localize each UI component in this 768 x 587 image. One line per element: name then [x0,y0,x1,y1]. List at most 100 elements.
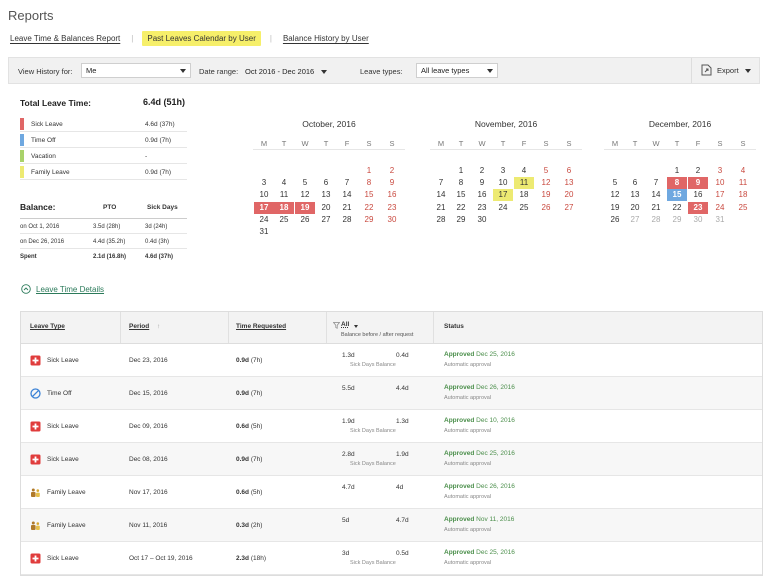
calendar-day: 10 [259,190,269,200]
calendar-day: 19 [541,190,551,200]
chevron-down-icon [180,69,186,73]
leave-types-select[interactable]: All leave types [416,63,498,78]
export-icon [701,64,712,76]
balance-table: on Oct 1, 2016 3.5d (28h) 3d (24h) on De… [20,219,187,264]
balance-before: 3d [342,550,350,557]
tab-leave-time-balances[interactable]: Leave Time & Balances Report [8,31,122,46]
calendar-day: 5 [612,178,618,188]
leave-type: Sick Leave [47,555,79,562]
table-row[interactable]: Sick Leave Dec 23, 2016 0.9d (7h) 1.3d 0.4d S… [21,344,762,377]
header-time-requested[interactable]: Time Requested [236,323,286,330]
filter-bar: View History for: Me Date range: Oct 201… [8,57,760,84]
balance-before: 5d [342,517,350,524]
calendar-day: 4 [521,166,527,175]
weekday-label: S [566,139,572,148]
tab-balance-history[interactable]: Balance History by User [281,31,371,46]
balance-row-sick: 4.6d (37h) [145,254,174,260]
approval-type: Automatic approval [444,428,492,434]
calendar-day: 7 [653,178,659,188]
balance-header: Balance: PTO Sick Days [20,201,187,219]
legend-value: 0.9d (7h) [145,169,172,176]
calendar-day: 20 [630,202,640,212]
weekday-label: M [437,139,445,148]
view-history-select[interactable]: Me [81,63,191,78]
balance-row-label: on Oct 1, 2016 [20,224,60,230]
calendar-day-off-leave[interactable]: 15 [667,189,687,202]
weekday-label: T [458,139,464,148]
status-label: Approved [444,549,475,556]
calendar-day-sick-leave[interactable]: 23 [688,201,708,214]
calendar-day: 8 [458,178,464,188]
filter-funnel-icon[interactable] [333,322,340,329]
table-row[interactable]: Time Off Dec 15, 2016 0.9d (7h) 5.5d 4.4d App… [21,377,762,410]
calendar-day-sick-leave[interactable]: 8 [667,177,687,190]
calendar-day: 6 [632,178,638,188]
calendar-day: 6 [323,178,329,188]
time-days: 0.3d [236,522,250,529]
calendar-day: 16 [477,190,487,200]
legend-row-time-off: Time Off 0.9d (7h) [20,132,187,148]
weekday-header: MTWTFSS [430,139,582,150]
header-leave-type[interactable]: Leave Type [30,323,65,330]
period: Oct 17 – Oct 19, 2016 [129,555,193,562]
calendar-day: 10 [498,178,508,188]
calendar-day-family-leave[interactable]: 17 [493,189,513,202]
calendar-day: 10 [715,178,725,188]
table-row[interactable]: Family Leave Nov 11, 2016 0.3d (2h) 5d 4.7d A… [21,509,762,542]
balance-after: 4d [396,484,404,491]
calendar-day: 28 [342,214,352,224]
weekday-label: F [344,139,350,148]
balance-row-pto: 4.4d (35.2h) [93,239,126,245]
calendar-day: 5 [302,178,308,188]
balance-row-sick: 0.4d (3h) [145,239,170,245]
date-range-select[interactable]: Oct 2016 - Dec 2016 [245,67,328,76]
calendar-day-sick-leave[interactable]: 17 [254,201,274,214]
calendar-day: 2 [479,166,485,175]
sort-arrow-icon[interactable]: ↑ [157,323,160,330]
status-label: Approved [444,516,475,523]
weekday-label: F [695,139,701,148]
legend-row-sick-leave: Sick Leave 4.6d (37h) [20,116,187,132]
approval-type: Automatic approval [444,527,492,533]
time-requested: 0.6d (5h) [236,489,262,496]
balance-after: 1.9d [396,451,409,458]
status-date: Dec 25, 2016 [476,549,515,556]
weekday-label: F [521,139,527,148]
export-button[interactable]: Export [691,58,759,83]
table-row[interactable]: Sick Leave Dec 08, 2016 0.9d (7h) 2.8d 1.9d S… [21,443,762,476]
table-header: Leave Type Period ↑ Time Requested All B… [21,312,762,344]
calendar-day: 23 [387,202,397,212]
tab-separator: | [131,34,134,43]
time-days: 0.9d [236,390,250,397]
time-days: 0.6d [236,489,250,496]
balance-col-sick: Sick Days [147,204,178,211]
calendar-day: 7 [438,178,444,188]
period: Dec 08, 2016 [129,456,168,463]
calendar-day-family-leave[interactable]: 11 [514,177,534,190]
calendar-day-sick-leave[interactable]: 9 [688,177,708,190]
date-range-value: Oct 2016 - Dec 2016 [245,67,315,76]
calendar-day: 22 [364,202,374,212]
calendar-day: 17 [715,190,725,200]
calendar-day: 20 [321,202,331,212]
sick-leave-icon [30,454,41,465]
period: Dec 15, 2016 [129,390,168,397]
report-tabs: Leave Time & Balances Report | Past Leav… [8,31,371,46]
table-row[interactable]: Sick Leave Dec 09, 2016 0.6d (5h) 1.9d 1.3d S… [21,410,762,443]
period: Dec 23, 2016 [129,357,168,364]
calendar-day-sick-leave[interactable]: 19 [295,201,315,214]
table-row[interactable]: Sick Leave Oct 17 – Oct 19, 2016 2.3d (18h… [21,542,762,575]
leave-type: Family Leave [47,489,86,496]
calendar-day: 19 [610,202,620,212]
calendar-day: 13 [564,178,574,188]
calendar-day: 7 [344,178,350,188]
calendar-day-sick-leave[interactable]: 18 [274,201,294,214]
balance-filter-dropdown[interactable]: All [341,321,349,328]
time-hours: (5h) [250,423,263,430]
header-period[interactable]: Period [129,323,149,330]
time-days: 0.9d [236,456,250,463]
time-hours: (7h) [250,456,263,463]
table-row[interactable]: Family Leave Nov 17, 2016 0.6d (5h) 4.7d 4d A… [21,476,762,509]
tab-past-leaves-calendar[interactable]: Past Leaves Calendar by User [142,31,261,46]
calendar-day: 26 [541,202,551,212]
